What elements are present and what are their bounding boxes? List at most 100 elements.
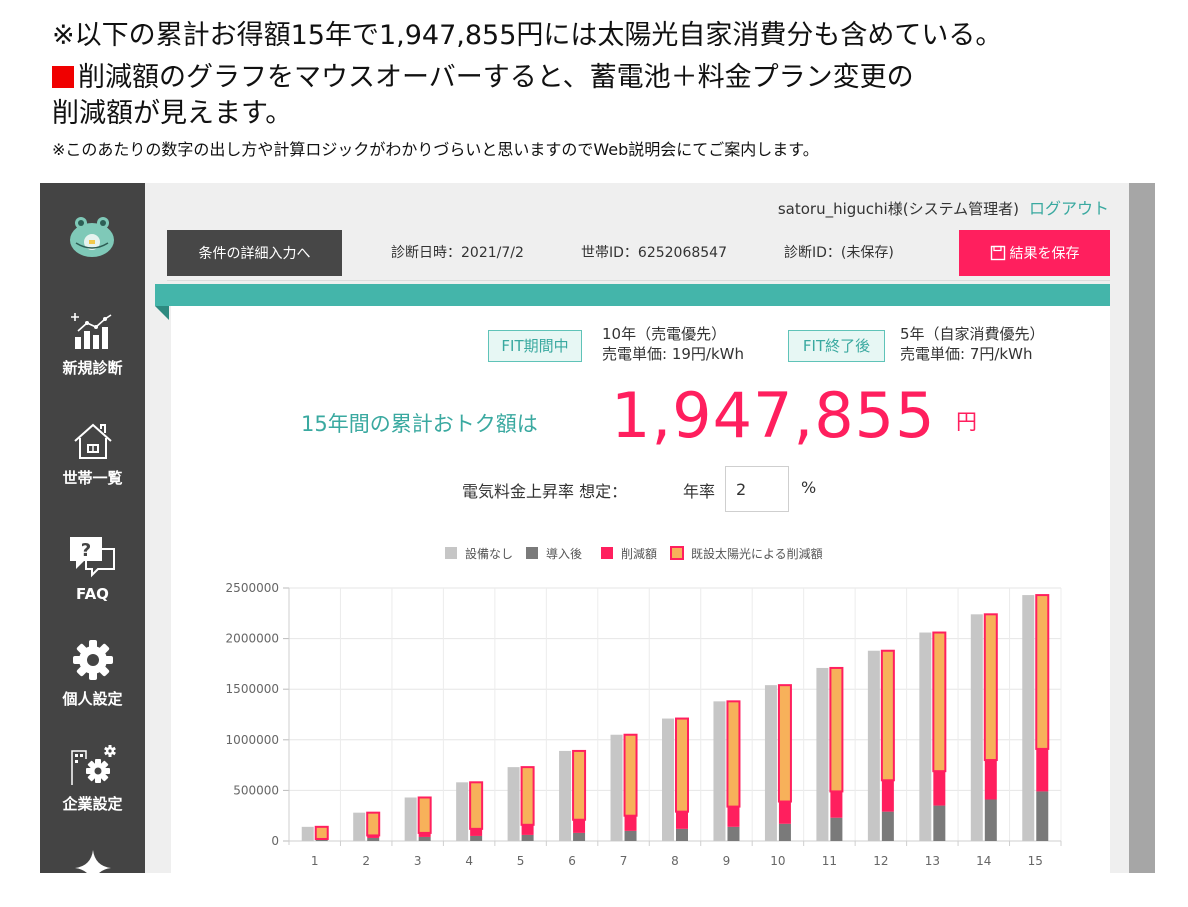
legend-swatch [445,547,457,559]
x-tick-label: 5 [517,854,525,868]
bar-after-install [624,830,637,841]
bar-after-install [933,805,946,841]
bar-solar-reduction [623,733,638,817]
user-name: satoru_higuchi様(システム管理者) [777,200,1019,218]
bar-solar-reduction [726,700,741,808]
bar-no-equipment [353,812,366,841]
bar-after-install [727,826,740,841]
company-gear-icon [70,745,116,785]
bar-no-equipment [764,685,777,841]
bar-solar-reduction [572,749,587,821]
legend-label: 設備なし [465,546,513,561]
y-tick-label: 1500000 [226,682,279,696]
x-tick-label: 8 [671,854,679,868]
sidebar-item-new-diagnosis[interactable]: 新規診断 [40,311,145,378]
bar-reduction [470,828,483,836]
fit-during-tag: FIT期間中 [488,330,582,362]
bar-solar-reduction [983,613,998,762]
note-line-4: ※このあたりの数字の出し方や計算ロジックがわかりづらいと思いますのでWeb説明会… [52,140,819,159]
logout-link[interactable]: ログアウト [1029,199,1109,218]
bar-no-equipment [559,750,572,841]
bar-solar-reduction [520,766,535,826]
x-tick-label: 3 [414,854,422,868]
bar-after-install [881,811,894,841]
bar-solar-reduction [469,781,484,830]
bar-after-install [830,817,843,841]
x-tick-label: 7 [620,854,628,868]
scrollbar[interactable] [1129,183,1155,873]
fit-after-period: 5年（自家消費優先） [900,325,1045,343]
note-line-2: 削減額のグラフをマウスオーバーすると、蓄電池＋料金プラン変更の [52,60,914,96]
sidebar-item-personal-settings[interactable]: 個人設定 [40,638,145,709]
y-tick-label: 2000000 [226,632,279,646]
bar-no-equipment [610,734,623,841]
x-tick-label: 13 [925,854,940,868]
bar-reduction [573,819,586,833]
legend-swatch [670,546,684,560]
bar-solar-reduction [417,796,432,834]
x-tick-label: 14 [976,854,991,868]
note-line-2-text: 削減額のグラフをマウスオーバーすると、蓄電池＋料金プラン変更の [78,62,914,93]
bar-reduction [727,806,740,827]
legend-label: 既設太陽光による削減額 [691,546,823,561]
sidebar-item-household-list[interactable]: 世帯一覧 [40,421,145,488]
sparkle-icon [74,850,111,873]
x-tick-label: 4 [465,854,473,868]
fit-after-info: 5年（自家消費優先） 売電単価: 7円/kWh [900,324,1045,364]
bar-after-install [315,839,328,841]
x-tick-label: 2 [362,854,370,868]
logo-frog-icon[interactable] [68,215,116,263]
x-tick-label: 11 [822,854,837,868]
save-result-button[interactable]: 結果を保存 [959,230,1110,276]
bar-no-equipment [507,767,520,841]
rate-unit: % [801,478,817,497]
sidebar-item-more[interactable] [40,848,145,873]
bar-no-equipment [662,718,674,841]
result-header-band [155,284,1110,306]
save-result-label: 結果を保存 [1009,246,1080,262]
x-tick-label: 9 [723,854,731,868]
bar-solar-reduction [675,717,689,813]
bar-solar-reduction [932,631,947,773]
bar-after-install [573,832,586,841]
header-row: 条件の詳細入力へ 診断日時：2021/7/2 世帯ID：6252068547 診… [167,230,1110,276]
bar-after-install [984,799,997,841]
header-divider [167,280,1110,281]
bar-no-equipment [1022,595,1035,841]
x-tick-label: 1 [311,854,319,868]
diagnosis-date: 診断日時：2021/7/2 [391,245,524,261]
app-window: 新規診断 世帯一覧 ? FAQ 個人設定 企業設定 satoru_higuchi… [40,183,1155,873]
detail-input-button[interactable]: 条件の詳細入力へ [167,230,342,276]
bar-chart-icon [70,313,111,349]
bar-reduction [830,791,843,818]
fit-during-price: 売電単価: 19円/kWh [602,345,744,363]
legend-swatch [526,547,538,559]
rate-year-label: 年率 [683,482,716,501]
bar-after-install [1036,791,1049,841]
bar-no-equipment [970,614,983,841]
result-panel: FIT期間中 10年（売電優先） 売電単価: 19円/kWh FIT終了後 5年… [171,306,1110,873]
bar-no-equipment [404,797,417,841]
gear-icon [72,640,113,680]
save-icon [990,245,1005,261]
bar-after-install [676,828,688,841]
sidebar-item-faq[interactable]: ? FAQ [40,535,145,603]
total-savings-unit: 円 [956,410,977,434]
y-tick-label: 0 [271,834,279,848]
sidebar-item-company-settings[interactable]: 企業設定 [40,743,145,814]
savings-chart: 設備なし 導入後 削減額 既設太陽光による削減額 0 500000 1000000 15000… [226,546,1062,868]
bar-reduction [778,801,791,824]
sidebar-item-label: 個人設定 [62,690,123,708]
total-savings-value: 1,947,855 [611,379,936,452]
rate-input[interactable] [725,466,789,512]
legend-swatch [601,547,613,559]
question-bubble-icon: ? [69,537,115,578]
bar-after-install [778,823,791,841]
bar-solar-reduction [314,825,329,840]
bar-reduction [933,771,946,806]
bar-solar-reduction [366,811,381,837]
y-tick-label: 2500000 [226,581,279,595]
sidebar-item-label: 新規診断 [62,359,123,377]
bar-after-install [367,837,380,841]
svg-text:?: ? [80,540,90,561]
